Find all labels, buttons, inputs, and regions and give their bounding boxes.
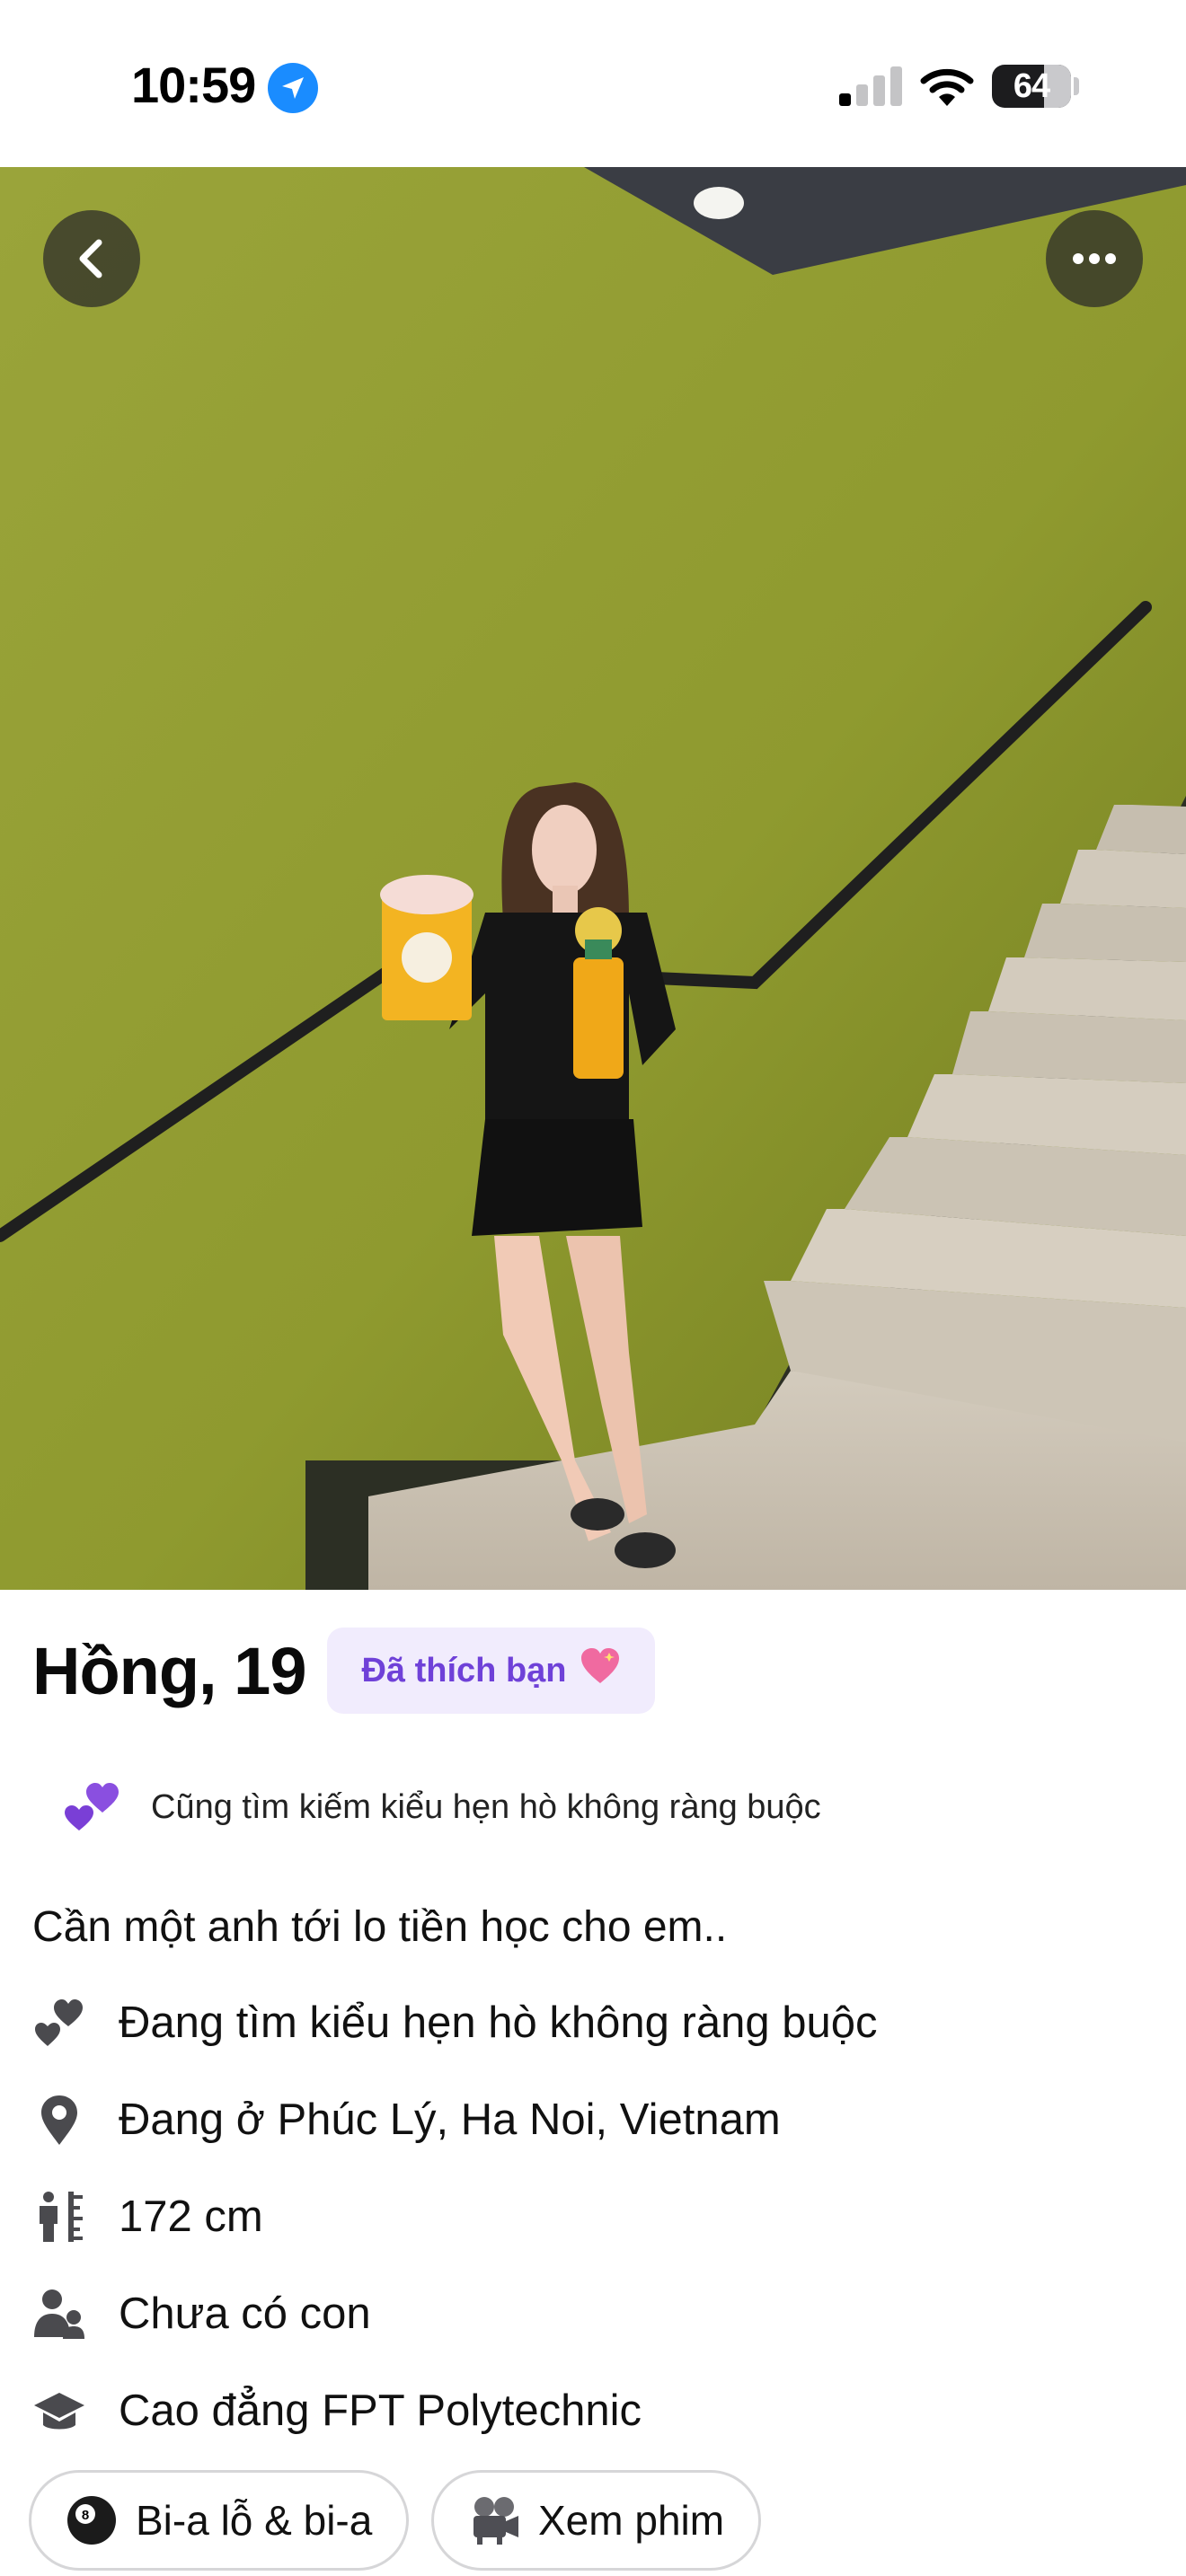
location-arrow-icon — [268, 63, 318, 113]
profile-bio: Cần một anh tới lo tiền học cho em.. — [32, 1903, 728, 1951]
billiard-ball-icon: 8 — [66, 2494, 118, 2546]
hearts-icon — [32, 1996, 86, 2050]
detail-education: Cao đẳng FPT Polytechnic — [32, 2378, 642, 2443]
also-seeking-row: Cũng tìm kiếm kiểu hẹn hò không ràng buộ… — [63, 1780, 821, 1834]
liked-you-badge: Đã thích bạn — [327, 1628, 655, 1714]
interest-label: Bi-a lỗ & bi-a — [136, 2497, 373, 2544]
interest-label: Xem phim — [538, 2497, 725, 2544]
battery-percent: 64 — [1013, 67, 1050, 105]
profile-photo[interactable] — [0, 167, 1186, 1590]
detail-location: Đang ở Phúc Lý, Ha Noi, Vietnam — [32, 2087, 781, 2152]
detail-text: Đang ở Phúc Lý, Ha Noi, Vietnam — [119, 2095, 781, 2144]
name-row: Hồng, 19 Đã thích bạn — [32, 1628, 655, 1714]
liked-you-label: Đã thích bạn — [361, 1651, 567, 1689]
battery-indicator: 64 — [992, 65, 1071, 108]
profile-name-age: Hồng, 19 — [32, 1633, 306, 1708]
cellular-signal-icon — [839, 66, 902, 106]
graduation-cap-icon — [32, 2384, 86, 2438]
detail-height: 172 cm — [32, 2184, 263, 2249]
purple-hearts-icon — [63, 1780, 120, 1834]
photo-scene — [0, 167, 1186, 1590]
location-pin-icon — [32, 2093, 86, 2147]
chevron-left-icon — [79, 239, 102, 278]
detail-relationship-type: Đang tìm kiểu hẹn hò không ràng buộc — [32, 1990, 877, 2055]
svg-text:8: 8 — [82, 2508, 89, 2523]
detail-text: Cao đẳng FPT Polytechnic — [119, 2386, 642, 2435]
height-icon — [32, 2190, 86, 2244]
people-icon — [32, 2287, 86, 2341]
interest-chip-movies[interactable]: Xem phim — [431, 2470, 762, 2571]
ellipsis-icon — [1073, 253, 1116, 264]
more-options-button[interactable] — [1046, 210, 1143, 307]
movie-camera-icon — [468, 2494, 520, 2546]
wifi-icon — [920, 66, 974, 112]
status-time: 10:59 — [131, 57, 256, 113]
detail-children: Chưa có con — [32, 2281, 371, 2346]
battery-nub — [1074, 77, 1079, 95]
back-button[interactable] — [43, 210, 140, 307]
detail-text: Chưa có con — [119, 2289, 371, 2338]
detail-text: Đang tìm kiểu hẹn hò không ràng buộc — [119, 1998, 878, 2047]
also-seeking-text: Cũng tìm kiếm kiểu hẹn hò không ràng buộ… — [151, 1787, 821, 1826]
interest-chip-billiards[interactable]: 8 Bi-a lỗ & bi-a — [29, 2470, 410, 2571]
status-bar: 10:59 64 — [0, 0, 1186, 167]
detail-text: 172 cm — [119, 2192, 263, 2241]
sparkling-heart-icon — [580, 1647, 621, 1694]
